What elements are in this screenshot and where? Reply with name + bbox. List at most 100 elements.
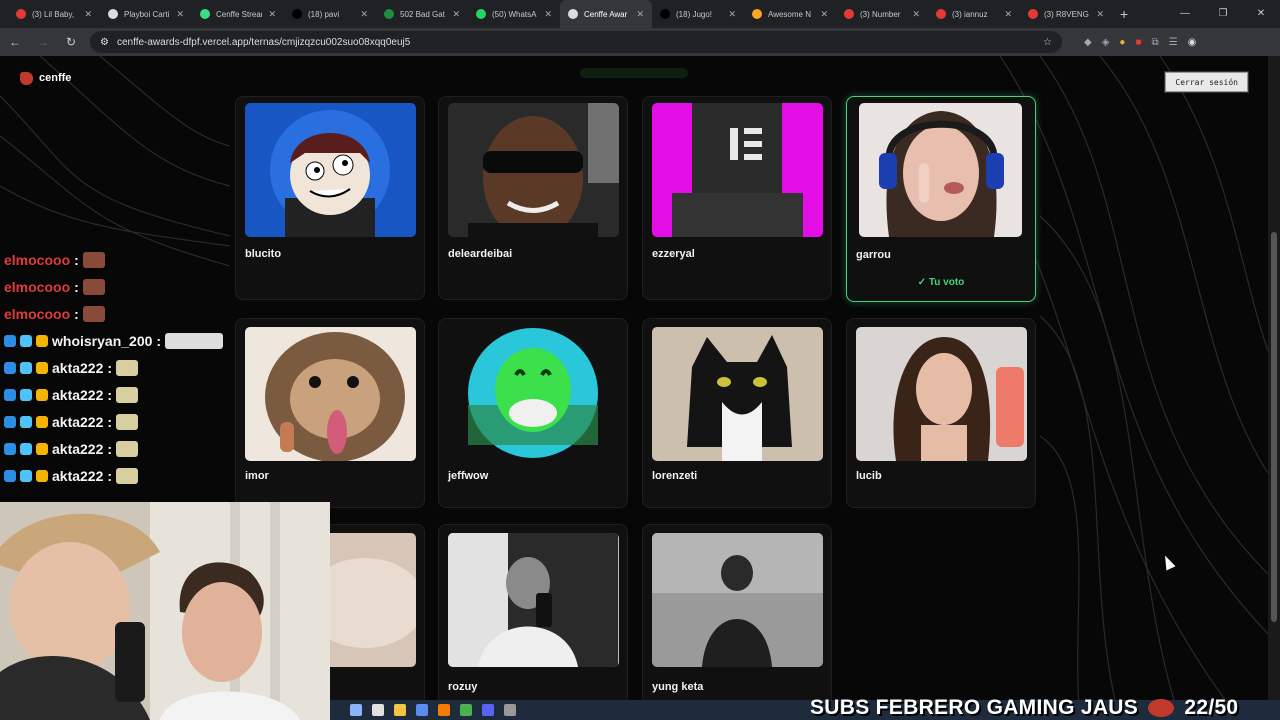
chat-badge-icon	[36, 361, 48, 374]
browser-tab[interactable]: (18) pavi ✕	[284, 0, 376, 28]
tab-favicon-icon	[568, 9, 578, 19]
chat-separator: :	[74, 305, 79, 322]
close-window-icon[interactable]: ✕	[1242, 0, 1280, 28]
chat-badge-icon	[4, 361, 16, 374]
nominee-card-lorenzeti[interactable]: lorenzeti	[642, 318, 832, 508]
extension-icon[interactable]: ■	[1135, 37, 1141, 48]
browser-tab[interactable]: Cenffe Awar ✕	[560, 0, 652, 28]
chat-emote-icon	[82, 305, 105, 322]
browser-tab[interactable]: (3) Lil Baby, ✕	[8, 0, 100, 28]
folder-icon[interactable]	[394, 704, 406, 716]
chat-username: elmocooo	[4, 251, 71, 268]
tab-close-icon[interactable]: ✕	[1096, 9, 1104, 20]
chat-emote-icon	[116, 386, 139, 403]
chat-badge-icon	[36, 388, 48, 401]
site-info-icon[interactable]: ⚙	[100, 37, 109, 48]
page-scrollbar[interactable]	[1268, 56, 1280, 720]
tab-favicon-icon	[292, 9, 302, 19]
nominee-name: lorenzeti	[652, 470, 698, 482]
chat-message: akta222:	[4, 381, 244, 408]
chat-separator: :	[107, 359, 113, 376]
nominee-card-imor[interactable]: imor	[235, 318, 425, 508]
goal-count: 22/50	[1184, 696, 1239, 719]
tab-close-icon[interactable]: ✕	[820, 9, 828, 20]
new-tab-button[interactable]: +	[1120, 6, 1128, 22]
address-bar[interactable]: ⚙ cenffe-awards-dfpf.vercel.app/ternas/c…	[90, 31, 1062, 53]
taskbar-app-icon[interactable]	[416, 704, 428, 716]
chat-badge-icon	[20, 442, 32, 455]
nominee-card-rozuy[interactable]: rozuy	[438, 524, 628, 720]
chat-badge-icon	[20, 388, 32, 401]
tab-close-icon[interactable]: ✕	[452, 9, 460, 20]
chat-username: akta222	[52, 386, 104, 403]
chat-message: akta222:	[4, 354, 244, 381]
nominee-card-yung-keta[interactable]: yung keta	[642, 524, 832, 720]
tab-label: (3) iannuz	[952, 9, 988, 19]
chat-message: akta222:	[4, 462, 244, 489]
taskbar-app-icon[interactable]	[350, 704, 362, 716]
stream-goal-banner: SUBS FEBRERO GAMING JAUS 22/50	[810, 696, 1238, 720]
nominee-card-lucib[interactable]: lucib	[846, 318, 1036, 508]
browser-tab[interactable]: (50) WhatsA ✕	[468, 0, 560, 28]
nominee-card-ezzeryal[interactable]: ezzeryal	[642, 96, 832, 300]
browser-tab[interactable]: Cenffe Stream ✕	[192, 0, 284, 28]
site-logo[interactable]: cenffe	[20, 71, 71, 85]
tab-close-icon[interactable]: ✕	[912, 9, 920, 20]
browser-tab[interactable]: (18) Jugo! ✕	[652, 0, 744, 28]
browser-tab[interactable]: Playboi Carti ✕	[100, 0, 192, 28]
discord-icon[interactable]	[482, 704, 494, 716]
nominee-name: garrou	[856, 249, 891, 261]
tab-label: 502 Bad Gat	[400, 9, 445, 19]
chat-username: akta222	[52, 467, 104, 484]
browser-tab[interactable]: 502 Bad Gat ✕	[376, 0, 468, 28]
chat-badge-icon	[4, 442, 16, 455]
extension-icon[interactable]: ◈	[1102, 37, 1110, 48]
nominee-card-jeffwow[interactable]: jeffwow	[438, 318, 628, 508]
tab-close-icon[interactable]: ✕	[1004, 9, 1012, 20]
tab-close-icon[interactable]: ✕	[176, 9, 184, 20]
taskbar-app-icon[interactable]	[438, 704, 450, 716]
nominee-name: imor	[245, 470, 269, 482]
menu-icon[interactable]: ☰	[1169, 37, 1178, 48]
chat-username: akta222	[52, 413, 104, 430]
extensions-puzzle-icon[interactable]: ⧉	[1152, 37, 1159, 48]
extension-icon[interactable]: ◆	[1084, 37, 1092, 48]
tab-close-icon[interactable]: ✕	[728, 9, 736, 20]
nominee-name: rozuy	[448, 681, 478, 693]
back-icon[interactable]: ←	[6, 35, 24, 49]
tab-favicon-icon	[108, 9, 118, 19]
taskbar-app-icon[interactable]	[504, 704, 516, 716]
tab-close-icon[interactable]: ✕	[636, 9, 644, 20]
reload-icon[interactable]: ↻	[62, 35, 80, 49]
tab-close-icon[interactable]: ✕	[268, 9, 276, 20]
browser-tab[interactable]: (3) iannuz ✕	[928, 0, 1020, 28]
tab-close-icon[interactable]: ✕	[84, 9, 92, 20]
tab-label: Cenffe Awar	[584, 9, 628, 19]
restore-icon[interactable]: ❐	[1204, 0, 1242, 28]
minimize-icon[interactable]: —	[1166, 0, 1204, 28]
chat-username: akta222	[52, 359, 104, 376]
nominee-card-blucito[interactable]: blucito	[235, 96, 425, 300]
browser-tab[interactable]: (3) R8VENG ✕	[1020, 0, 1112, 28]
forward-icon[interactable]: →	[34, 35, 52, 49]
nominee-card-garrou[interactable]: garrou ✓ Tu voto	[846, 96, 1036, 302]
nominee-card-deleardeibai[interactable]: deleardeibai	[438, 96, 628, 300]
nominee-name: deleardeibai	[448, 248, 513, 260]
chrome-icon[interactable]	[460, 704, 472, 716]
tab-favicon-icon	[844, 9, 854, 19]
tab-close-icon[interactable]: ✕	[544, 9, 552, 20]
scrollbar-thumb[interactable]	[1271, 232, 1277, 622]
tab-label: (3) Number	[860, 9, 901, 19]
profile-avatar[interactable]: ◉	[1188, 37, 1197, 48]
browser-tab[interactable]: (3) Number ✕	[836, 0, 928, 28]
taskbar-app-icon[interactable]	[372, 704, 384, 716]
tab-close-icon[interactable]: ✕	[360, 9, 368, 20]
nominee-image	[652, 327, 823, 461]
logo-icon	[20, 71, 33, 85]
browser-tab[interactable]: Awesome N ✕	[744, 0, 836, 28]
bookmark-star-icon[interactable]: ☆	[1043, 37, 1052, 48]
tab-favicon-icon	[200, 9, 210, 19]
extension-icon[interactable]: ●	[1119, 37, 1125, 48]
chat-badge-icon	[20, 415, 32, 428]
logout-button[interactable]: Cerrar sesión	[1165, 72, 1248, 92]
